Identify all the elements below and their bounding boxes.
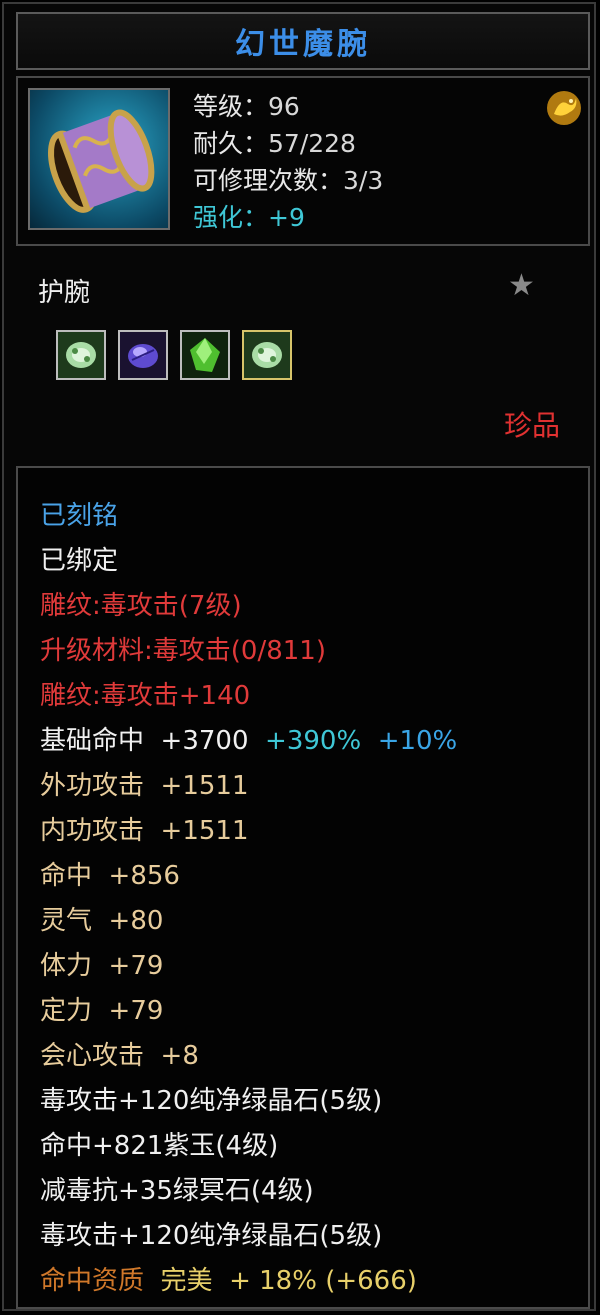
base-hit-pct2: +10%: [377, 726, 458, 756]
tooltip-frame: 幻世魔腕 等级：96 耐久：57/228 可修理次数：3/3 强化：+9 护腕 …: [2, 2, 596, 1311]
durability-value: 57/228: [268, 129, 356, 158]
attr-line: 命中 +856: [40, 854, 457, 899]
quality-value: + 18% (+666): [229, 1266, 417, 1296]
attr-label: 灵气: [40, 906, 93, 936]
purple-gem-icon[interactable]: [118, 330, 168, 380]
attr-line: 定力 +79: [40, 989, 457, 1034]
durability-label: 耐久：: [193, 129, 269, 158]
enhance-row: 强化：+9: [193, 199, 383, 236]
green-gem-icon[interactable]: [242, 330, 292, 380]
item-type: 护腕: [38, 278, 91, 308]
attributes-panel: 已刻铭 已绑定 雕纹:毒攻击(7级) 升级材料:毒攻击(0/811) 雕纹:毒攻…: [16, 466, 590, 1309]
repair-count-row: 可修理次数：3/3: [193, 162, 383, 199]
attribute-lines: 已刻铭 已绑定 雕纹:毒攻击(7级) 升级材料:毒攻击(0/811) 雕纹:毒攻…: [40, 494, 457, 1304]
attr-label: 内功攻击: [40, 816, 145, 846]
base-hit-label: 基础命中: [40, 726, 145, 756]
attr-value: +8: [160, 1041, 199, 1071]
quality-label: 命中资质: [40, 1266, 145, 1296]
repair-count-label: 可修理次数：: [193, 166, 344, 195]
quality-line: 命中资质 完美 + 18% (+666): [40, 1259, 457, 1304]
carving-bonus-line: 雕纹:毒攻击+140: [40, 681, 251, 711]
attr-value: +79: [108, 996, 164, 1026]
gold-dragon-icon: [544, 88, 584, 128]
attr-label: 会心攻击: [40, 1041, 145, 1071]
star-icon[interactable]: ★: [508, 268, 535, 303]
item-title: 幻世魔腕: [235, 27, 371, 62]
gem-line: 毒攻击+120纯净绿晶石(5级): [40, 1086, 383, 1116]
attr-label: 命中: [40, 861, 93, 891]
rarity-label: 珍品: [503, 409, 560, 442]
attr-line: 体力 +79: [40, 944, 457, 989]
attr-value: +80: [108, 906, 164, 936]
bound-status: 已绑定: [40, 546, 119, 576]
enhance-label: 强化：: [193, 203, 269, 232]
attr-value: +79: [108, 951, 164, 981]
durability-row: 耐久：57/228: [193, 125, 383, 162]
attr-label: 外功攻击: [40, 771, 145, 801]
gem-line: 减毒抗+35绿冥石(4级): [40, 1176, 314, 1206]
engraved-status: 已刻铭: [40, 501, 119, 531]
title-bar: 幻世魔腕: [16, 12, 590, 70]
gem-line: 毒攻击+120纯净绿晶石(5级): [40, 1221, 383, 1251]
attr-line: 灵气 +80: [40, 899, 457, 944]
attr-label: 定力: [40, 996, 93, 1026]
attr-line: 内功攻击 +1511: [40, 809, 457, 854]
attr-value: +856: [108, 861, 180, 891]
gem-line: 命中+821紫玉(4级): [40, 1131, 279, 1161]
item-summary: 护腕 ★ 珍品: [16, 254, 590, 459]
upgrade-material-line: 升级材料:毒攻击(0/811): [40, 636, 326, 666]
attr-value: +1511: [160, 771, 249, 801]
enhance-value: +9: [268, 203, 305, 232]
green-gem-icon[interactable]: [56, 330, 106, 380]
item-header-panel: 等级：96 耐久：57/228 可修理次数：3/3 强化：+9: [16, 76, 590, 246]
base-hit-value: +3700: [160, 726, 249, 756]
level-row: 等级：96: [193, 88, 383, 125]
attr-value: +1511: [160, 816, 249, 846]
attr-line: 外功攻击 +1511: [40, 764, 457, 809]
green-crystal-icon[interactable]: [180, 330, 230, 380]
gem-slots: [56, 330, 292, 380]
level-value: 96: [268, 92, 300, 121]
bracer-item-icon[interactable]: [28, 88, 170, 230]
attr-label: 体力: [40, 951, 93, 981]
item-stats: 等级：96 耐久：57/228 可修理次数：3/3 强化：+9: [193, 88, 383, 236]
carving-line: 雕纹:毒攻击(7级): [40, 591, 242, 621]
quality-grade: 完美: [160, 1266, 213, 1296]
base-hit-line: 基础命中 +3700 +390% +10%: [40, 719, 457, 764]
repair-count-value: 3/3: [343, 166, 384, 195]
attr-line: 会心攻击 +8: [40, 1034, 457, 1079]
base-hit-pct1: +390%: [265, 726, 362, 756]
level-label: 等级：: [193, 92, 269, 121]
